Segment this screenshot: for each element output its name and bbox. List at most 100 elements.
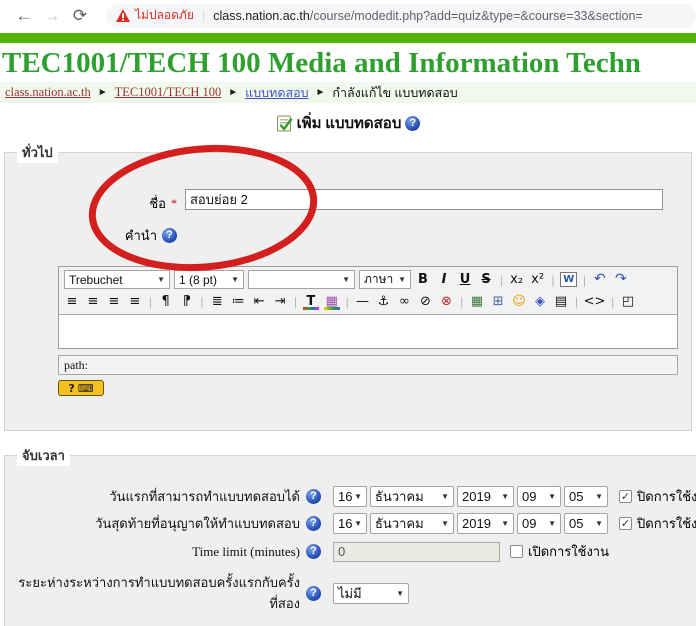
time-limit-input[interactable] [333, 542, 500, 562]
direction-rtl-icon[interactable]: ¶ [179, 293, 195, 310]
html-editor: Trebuchet ▼ 1 (8 pt) ▼ ▼ ภาษา ▼ [58, 266, 678, 349]
security-warning-label[interactable]: ไม่ปลอดภัย [135, 6, 194, 25]
keyboard-help-button[interactable]: ? ⌨ [58, 380, 104, 396]
close-minute-select[interactable]: 05▼ [564, 513, 608, 534]
theme-header-strip [0, 33, 696, 43]
open-disable-checkbox[interactable]: ✓ [619, 490, 632, 503]
subscript-icon[interactable]: x₂ [509, 271, 525, 288]
open-disable-label: ปิดการใช้งาน [637, 486, 696, 507]
underline-icon[interactable]: U [457, 271, 473, 288]
quiz-close-help-icon[interactable]: ? [306, 516, 321, 531]
delay1-row: ระยะห่างระหว่างการทำแบบทดสอบครั้งแรกกับค… [13, 572, 696, 614]
align-right-icon[interactable]: ≡ [106, 293, 122, 310]
open-month-select[interactable]: ธันวาคม▼ [370, 486, 454, 507]
align-left-icon[interactable]: ≡ [64, 293, 80, 310]
bold-icon[interactable]: B [415, 271, 431, 288]
browser-window: ← → ⟳ ไม่ปลอดภัย | class.nation.ac.th/co… [0, 0, 696, 626]
close-hour-select[interactable]: 09▼ [517, 513, 561, 534]
open-year-select[interactable]: 2019▼ [457, 486, 514, 507]
align-center-icon[interactable]: ≡ [85, 293, 101, 310]
intro-label-text: คำนำ [125, 225, 157, 246]
name-label-text: ชื่อ [149, 193, 166, 214]
language-select[interactable]: ภาษา ▼ [359, 270, 411, 289]
intro-field-row: คำนำ ? [13, 223, 683, 243]
fullscreen-editor-icon[interactable]: ◰ [620, 293, 636, 310]
close-disable-checkbox[interactable]: ✓ [619, 517, 632, 530]
prevent-autolink-icon[interactable]: ⊗ [438, 293, 454, 310]
toolbar-separator: | [611, 294, 614, 310]
format-buttons: BIUS|x₂x²|W|↶↷ [415, 271, 629, 288]
unlink-icon[interactable]: ⊘ [417, 293, 433, 310]
insert-image-icon[interactable]: ▦ [469, 293, 485, 310]
insert-table-icon[interactable]: ⊞ [490, 293, 506, 310]
back-icon[interactable]: ← [10, 6, 38, 26]
address-bar[interactable]: ไม่ปลอดภัย | class.nation.ac.th/course/m… [106, 4, 696, 28]
strikethrough-icon[interactable]: S [478, 271, 494, 288]
toolbar-separator: | [460, 294, 463, 310]
italic-icon[interactable]: I [436, 271, 452, 288]
time-limit-help-icon[interactable]: ? [306, 544, 321, 559]
superscript-icon[interactable]: x² [530, 271, 546, 288]
keyboard-icon: ⌨ [78, 382, 94, 395]
breadcrumb: class.nation.ac.th ► TEC1001/TECH 100 ► … [0, 82, 696, 103]
quiz-open-controls: 16▼ ธันวาคม▼ 2019▼ 09▼ 05▼ ✓ ปิดการใช้งา… [333, 486, 696, 507]
direction-ltr-icon[interactable]: ¶ [158, 293, 174, 310]
time-limit-controls: เปิดการใช้งาน [333, 541, 609, 562]
delay1-controls: ไม่มี▼ [333, 583, 412, 604]
font-family-select[interactable]: Trebuchet ▼ [64, 270, 170, 289]
breadcrumb-quiz-link[interactable]: แบบทดสอบ [245, 83, 308, 103]
insert-media-icon[interactable]: ◈ [532, 293, 548, 310]
text-color-icon[interactable]: T [303, 293, 319, 310]
quiz-name-input[interactable] [185, 189, 663, 210]
ordered-list-icon[interactable]: ≣ [209, 293, 225, 310]
smiley-icon[interactable]: ☺ [511, 293, 527, 310]
indent-icon[interactable]: ⇥ [272, 293, 288, 310]
quiz-open-help-icon[interactable]: ? [306, 489, 321, 504]
intro-help-icon[interactable]: ? [162, 228, 177, 243]
delay1-select[interactable]: ไม่มี▼ [333, 583, 409, 604]
close-month-select[interactable]: ธันวาคม▼ [370, 513, 454, 534]
url-path: /course/modedit.php?add=quiz&type=&cours… [310, 9, 643, 23]
time-limit-label-text: Time limit (minutes) [192, 544, 300, 560]
redo-icon[interactable]: ↷ [613, 271, 629, 288]
close-year-select[interactable]: 2019▼ [457, 513, 514, 534]
undo-icon[interactable]: ↶ [592, 271, 608, 288]
close-day-select[interactable]: 16▼ [333, 513, 367, 534]
browser-toolbar: ← → ⟳ ไม่ปลอดภัย | class.nation.ac.th/co… [0, 0, 696, 31]
highlight-color-icon[interactable]: ▦ [324, 293, 340, 310]
html-source-icon[interactable]: <> [584, 293, 606, 310]
outdent-icon[interactable]: ⇤ [251, 293, 267, 310]
url-text[interactable]: class.nation.ac.th/course/modedit.php?ad… [213, 9, 642, 23]
align-justify-icon[interactable]: ≡ [127, 293, 143, 310]
unordered-list-icon[interactable]: ≔ [230, 293, 246, 310]
font-size-value: 1 (8 pt) [179, 273, 217, 287]
open-minute-select[interactable]: 05▼ [564, 486, 608, 507]
keyboard-help-question: ? [68, 382, 74, 395]
editor-text-area[interactable] [59, 314, 677, 348]
time-limit-enable-label: เปิดการใช้งาน [528, 541, 609, 562]
forward-icon[interactable]: → [38, 6, 66, 26]
quiz-close-label: วันสุดท้ายที่อนุญาตให้ทำแบบทดสอบ ? [13, 513, 321, 534]
time-limit-enable-checkbox[interactable] [510, 545, 523, 558]
delay1-help-icon[interactable]: ? [306, 586, 321, 601]
toolbar-separator: | [294, 294, 297, 310]
delay1-label-text: ระยะห่างระหว่างการทำแบบทดสอบครั้งแรกกับค… [13, 572, 300, 614]
security-warning-icon[interactable] [116, 9, 130, 22]
insert-link-icon[interactable]: ∞ [396, 293, 412, 310]
help-icon[interactable]: ? [405, 116, 420, 131]
font-size-select[interactable]: 1 (8 pt) ▼ [174, 270, 244, 289]
required-marker: * [171, 196, 177, 211]
breadcrumb-home-link[interactable]: class.nation.ac.th [5, 85, 91, 100]
paragraph-style-select[interactable]: ▼ [248, 270, 355, 289]
chevron-down-icon: ▼ [342, 275, 350, 284]
close-disable-label: ปิดการใช้งาน [637, 513, 696, 534]
reload-icon[interactable]: ⟳ [66, 6, 94, 26]
horizontal-rule-icon[interactable]: — [354, 293, 370, 310]
chevron-down-icon: ▼ [398, 275, 406, 284]
paste-document-icon[interactable]: ▤ [553, 293, 569, 310]
anchor-icon[interactable]: ⚓ [375, 293, 391, 310]
breadcrumb-course-link[interactable]: TEC1001/TECH 100 [115, 85, 222, 100]
clean-word-html-icon[interactable]: W [560, 272, 577, 287]
open-day-select[interactable]: 16▼ [333, 486, 367, 507]
open-hour-select[interactable]: 09▼ [517, 486, 561, 507]
